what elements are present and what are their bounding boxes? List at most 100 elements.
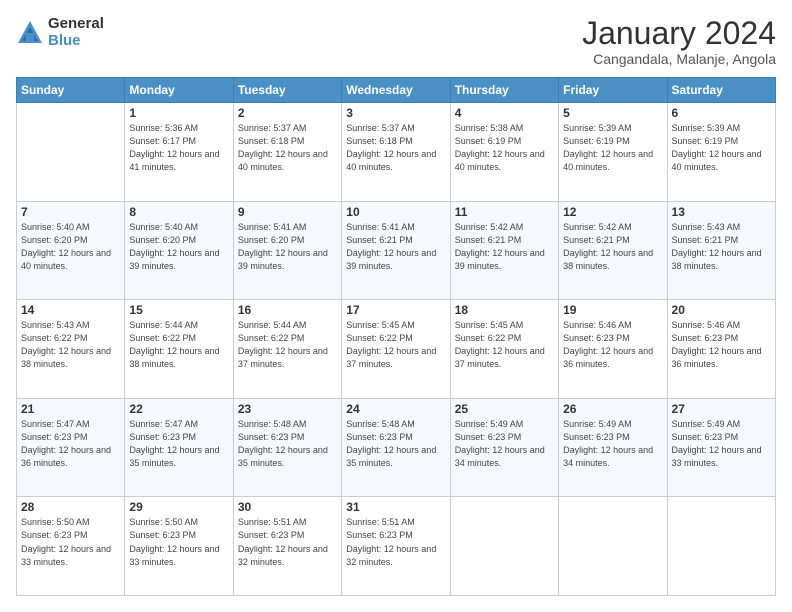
calendar-week-row: 14Sunrise: 5:43 AMSunset: 6:22 PMDayligh… xyxy=(17,300,776,399)
day-info: Sunrise: 5:43 AMSunset: 6:22 PMDaylight:… xyxy=(21,319,120,371)
table-row: 30Sunrise: 5:51 AMSunset: 6:23 PMDayligh… xyxy=(233,497,341,596)
day-info: Sunrise: 5:40 AMSunset: 6:20 PMDaylight:… xyxy=(21,221,120,273)
table-row: 20Sunrise: 5:46 AMSunset: 6:23 PMDayligh… xyxy=(667,300,775,399)
logo-general-text: General xyxy=(48,16,104,33)
table-row: 9Sunrise: 5:41 AMSunset: 6:20 PMDaylight… xyxy=(233,201,341,300)
title-block: January 2024 Cangandala, Malanje, Angola xyxy=(582,16,776,67)
day-number: 8 xyxy=(129,205,228,219)
day-number: 1 xyxy=(129,106,228,120)
day-info: Sunrise: 5:43 AMSunset: 6:21 PMDaylight:… xyxy=(672,221,771,273)
col-tuesday: Tuesday xyxy=(233,78,341,103)
col-sunday: Sunday xyxy=(17,78,125,103)
table-row: 25Sunrise: 5:49 AMSunset: 6:23 PMDayligh… xyxy=(450,398,558,497)
day-number: 9 xyxy=(238,205,337,219)
day-info: Sunrise: 5:40 AMSunset: 6:20 PMDaylight:… xyxy=(129,221,228,273)
table-row: 4 Sunrise: 5:38 AMSunset: 6:19 PMDaylight… xyxy=(450,103,558,202)
table-row: 22 Sunrise: 5:47 AMSunset: 6:23 PMDayligh… xyxy=(125,398,233,497)
day-number: 18 xyxy=(455,303,554,317)
day-number: 26 xyxy=(563,402,662,416)
day-number: 22 xyxy=(129,402,228,416)
day-info: Sunrise: 5:39 AMSunset: 6:19 PMDaylight:… xyxy=(672,122,771,174)
day-info: Sunrise: 5:39 AMSunset: 6:19 PMDaylight:… xyxy=(563,122,662,174)
day-number: 20 xyxy=(672,303,771,317)
table-row: 31 Sunrise: 5:51 AMSunset: 6:23 PMDayligh… xyxy=(342,497,450,596)
day-number: 15 xyxy=(129,303,228,317)
day-number: 5 xyxy=(563,106,662,120)
table-row: 10 Sunrise: 5:41 AMSunset: 6:21 PMDayligh… xyxy=(342,201,450,300)
calendar-header-row: Sunday Monday Tuesday Wednesday Thursday… xyxy=(17,78,776,103)
logo-text: General Blue xyxy=(48,16,104,49)
day-info: Sunrise: 5:51 AMSunset: 6:23 PMDaylight:… xyxy=(346,516,445,568)
table-row: 11 Sunrise: 5:42 AMSunset: 6:21 PMDayligh… xyxy=(450,201,558,300)
table-row xyxy=(450,497,558,596)
day-number: 25 xyxy=(455,402,554,416)
day-number: 19 xyxy=(563,303,662,317)
logo-icon xyxy=(16,19,44,47)
day-number: 10 xyxy=(346,205,445,219)
table-row xyxy=(667,497,775,596)
table-row: 14Sunrise: 5:43 AMSunset: 6:22 PMDayligh… xyxy=(17,300,125,399)
calendar-week-row: 1 Sunrise: 5:36 AMSunset: 6:17 PMDaylight… xyxy=(17,103,776,202)
table-row: 18Sunrise: 5:45 AMSunset: 6:22 PMDayligh… xyxy=(450,300,558,399)
day-number: 16 xyxy=(238,303,337,317)
day-info: Sunrise: 5:36 AMSunset: 6:17 PMDaylight:… xyxy=(129,122,228,174)
day-number: 6 xyxy=(672,106,771,120)
day-info: Sunrise: 5:49 AMSunset: 6:23 PMDaylight:… xyxy=(563,418,662,470)
day-info: Sunrise: 5:44 AMSunset: 6:22 PMDaylight:… xyxy=(238,319,337,371)
table-row: 29Sunrise: 5:50 AMSunset: 6:23 PMDayligh… xyxy=(125,497,233,596)
col-saturday: Saturday xyxy=(667,78,775,103)
table-row: 13 Sunrise: 5:43 AMSunset: 6:21 PMDayligh… xyxy=(667,201,775,300)
day-info: Sunrise: 5:49 AMSunset: 6:23 PMDaylight:… xyxy=(672,418,771,470)
page: General Blue January 2024 Cangandala, Ma… xyxy=(0,0,792,612)
table-row: 2 Sunrise: 5:37 AMSunset: 6:18 PMDaylight… xyxy=(233,103,341,202)
table-row: 12Sunrise: 5:42 AMSunset: 6:21 PMDayligh… xyxy=(559,201,667,300)
day-number: 17 xyxy=(346,303,445,317)
table-row xyxy=(17,103,125,202)
table-row xyxy=(559,497,667,596)
table-row: 19 Sunrise: 5:46 AMSunset: 6:23 PMDayligh… xyxy=(559,300,667,399)
day-info: Sunrise: 5:42 AMSunset: 6:21 PMDaylight:… xyxy=(455,221,554,273)
table-row: 21 Sunrise: 5:47 AMSunset: 6:23 PMDayligh… xyxy=(17,398,125,497)
logo-blue-text: Blue xyxy=(48,33,104,50)
day-info: Sunrise: 5:48 AMSunset: 6:23 PMDaylight:… xyxy=(238,418,337,470)
calendar-table: Sunday Monday Tuesday Wednesday Thursday… xyxy=(16,77,776,596)
day-info: Sunrise: 5:38 AMSunset: 6:19 PMDaylight:… xyxy=(455,122,554,174)
day-info: Sunrise: 5:46 AMSunset: 6:23 PMDaylight:… xyxy=(563,319,662,371)
day-number: 11 xyxy=(455,205,554,219)
calendar-week-row: 7Sunrise: 5:40 AMSunset: 6:20 PMDaylight… xyxy=(17,201,776,300)
day-info: Sunrise: 5:47 AMSunset: 6:23 PMDaylight:… xyxy=(129,418,228,470)
header: General Blue January 2024 Cangandala, Ma… xyxy=(16,16,776,67)
calendar-week-row: 21 Sunrise: 5:47 AMSunset: 6:23 PMDayligh… xyxy=(17,398,776,497)
day-number: 13 xyxy=(672,205,771,219)
day-info: Sunrise: 5:37 AMSunset: 6:18 PMDaylight:… xyxy=(238,122,337,174)
table-row: 15 Sunrise: 5:44 AMSunset: 6:22 PMDayligh… xyxy=(125,300,233,399)
day-info: Sunrise: 5:47 AMSunset: 6:23 PMDaylight:… xyxy=(21,418,120,470)
day-info: Sunrise: 5:45 AMSunset: 6:22 PMDaylight:… xyxy=(346,319,445,371)
day-number: 4 xyxy=(455,106,554,120)
table-row: 28Sunrise: 5:50 AMSunset: 6:23 PMDayligh… xyxy=(17,497,125,596)
day-number: 21 xyxy=(21,402,120,416)
month-title: January 2024 xyxy=(582,16,776,51)
calendar-week-row: 28Sunrise: 5:50 AMSunset: 6:23 PMDayligh… xyxy=(17,497,776,596)
location-subtitle: Cangandala, Malanje, Angola xyxy=(582,51,776,67)
day-info: Sunrise: 5:50 AMSunset: 6:23 PMDaylight:… xyxy=(129,516,228,568)
table-row: 17 Sunrise: 5:45 AMSunset: 6:22 PMDayligh… xyxy=(342,300,450,399)
day-info: Sunrise: 5:44 AMSunset: 6:22 PMDaylight:… xyxy=(129,319,228,371)
day-number: 27 xyxy=(672,402,771,416)
day-info: Sunrise: 5:41 AMSunset: 6:21 PMDaylight:… xyxy=(346,221,445,273)
day-number: 2 xyxy=(238,106,337,120)
day-info: Sunrise: 5:48 AMSunset: 6:23 PMDaylight:… xyxy=(346,418,445,470)
logo: General Blue xyxy=(16,16,104,49)
table-row: 1 Sunrise: 5:36 AMSunset: 6:17 PMDaylight… xyxy=(125,103,233,202)
table-row: 5 Sunrise: 5:39 AMSunset: 6:19 PMDaylight… xyxy=(559,103,667,202)
table-row: 7Sunrise: 5:40 AMSunset: 6:20 PMDaylight… xyxy=(17,201,125,300)
table-row: 8 Sunrise: 5:40 AMSunset: 6:20 PMDaylight… xyxy=(125,201,233,300)
col-friday: Friday xyxy=(559,78,667,103)
table-row: 26 Sunrise: 5:49 AMSunset: 6:23 PMDayligh… xyxy=(559,398,667,497)
table-row: 23Sunrise: 5:48 AMSunset: 6:23 PMDayligh… xyxy=(233,398,341,497)
col-monday: Monday xyxy=(125,78,233,103)
day-info: Sunrise: 5:50 AMSunset: 6:23 PMDaylight:… xyxy=(21,516,120,568)
day-number: 31 xyxy=(346,500,445,514)
day-number: 12 xyxy=(563,205,662,219)
day-number: 3 xyxy=(346,106,445,120)
